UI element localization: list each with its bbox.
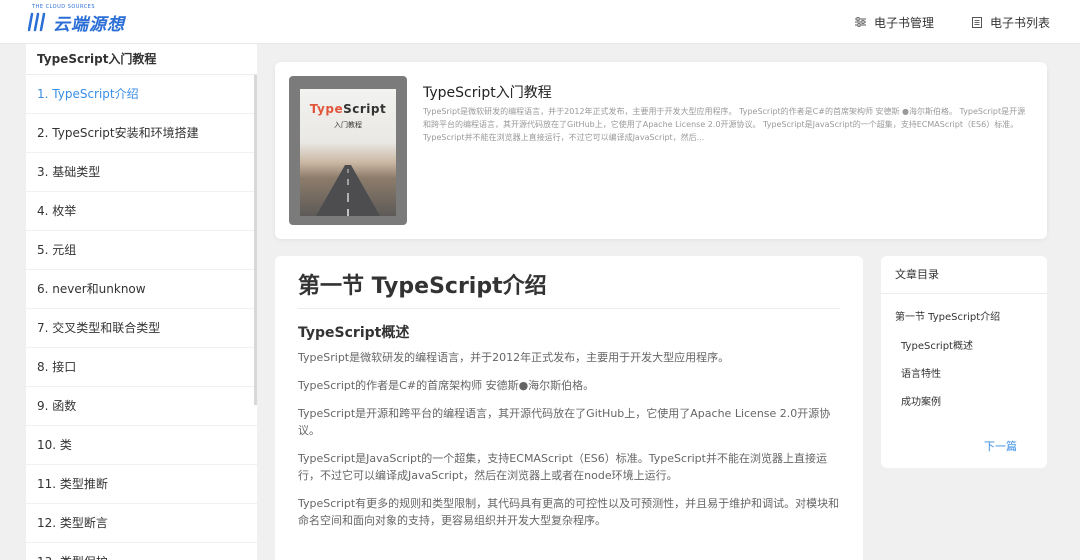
book-cover[interactable]: TypeScript 入门教程 — [289, 76, 407, 225]
nav-label: 电子书管理 — [873, 15, 934, 30]
sidebar-scrollbar[interactable] — [254, 75, 257, 405]
cover-subtitle: 入门教程 — [334, 121, 362, 129]
sidebar-item-function[interactable]: 9. 函数 — [26, 387, 257, 426]
sidebar-item-never-unknown[interactable]: 6. never和unknow — [26, 270, 257, 309]
article-paragraph: TypeSript是微软研发的编程语言，并于2012年正式发布，主要用于开发大型… — [298, 351, 730, 364]
book-info-card: TypeScript 入门教程 TypeScript入门教程 TypeSript… — [275, 62, 1047, 239]
article-paragraph: TypeScript的作者是C#的首席架构师 安德斯●海尔斯伯格。 — [298, 379, 595, 392]
outline-item-cases[interactable]: 成功案例 — [901, 393, 941, 408]
article-paragraph: TypeScript有更多的规则和类型限制，其代码具有更高的可控性以及可预测性，… — [298, 497, 840, 527]
top-nav: 电子书管理 电子书列表 — [817, 0, 1050, 44]
nav-label: 电子书列表 — [989, 15, 1050, 30]
next-article-link[interactable]: 下一篇 — [984, 438, 1017, 454]
outline-item-overview[interactable]: TypeScript概述 — [901, 337, 973, 352]
sidebar-item-install[interactable]: 2. TypeScript安装和环境搭建 — [26, 114, 257, 153]
cover-image: TypeScript 入门教程 — [300, 89, 396, 216]
nav-ebook-list[interactable]: 电子书列表 — [971, 14, 1050, 31]
top-bar: 云端源想 THE CLOUD SOURCES 电子书管理 电子书列表 — [0, 0, 1080, 44]
sidebar-item-type-assertion[interactable]: 12. 类型断言 — [26, 504, 257, 543]
outline-item-section[interactable]: 第一节 TypeScript介绍 — [895, 308, 1000, 323]
chapter-sidebar: TypeScript入门教程 1. TypeScript介绍 2. TypeSc… — [26, 44, 257, 560]
sidebar-item-intersection-union[interactable]: 7. 交叉类型和联合类型 — [26, 309, 257, 348]
outline-title: 文章目录 — [881, 256, 1047, 294]
sidebar-item-type-inference[interactable]: 11. 类型推断 — [26, 465, 257, 504]
article-body: TypeSript是微软研发的编程语言，并于2012年正式发布，主要用于开发大型… — [298, 349, 843, 540]
sidebar-item-type-guard[interactable]: 13. 类型保护 — [26, 543, 257, 560]
logo-slash-icon — [28, 12, 50, 32]
sidebar-item-ts-intro[interactable]: 1. TypeScript介绍 — [26, 75, 257, 114]
article-heading: 第一节 TypeScript介绍 — [298, 268, 840, 309]
article-subheading: TypeScript概述 — [298, 325, 410, 341]
sliders-icon — [854, 17, 866, 27]
sidebar-title: TypeScript入门教程 — [26, 44, 257, 75]
sidebar-item-class[interactable]: 10. 类 — [26, 426, 257, 465]
article-paragraph: TypeScript是开源和跨平台的编程语言，其开源代码放在了GitHub上，它… — [298, 407, 831, 437]
logo[interactable]: 云端源想 — [28, 8, 125, 36]
logo-text: 云端源想 — [53, 14, 125, 35]
book-title: TypeScript入门教程 — [423, 85, 552, 101]
book-description: TypeSript是微软研发的编程语言，并于2012年正式发布，主要用于开发大型… — [423, 107, 1026, 142]
cover-title: TypeScript — [309, 102, 387, 116]
sidebar-item-enum[interactable]: 4. 枚举 — [26, 192, 257, 231]
sidebar-item-tuple[interactable]: 5. 元组 — [26, 231, 257, 270]
sidebar-item-interface[interactable]: 8. 接口 — [26, 348, 257, 387]
article-paragraph: TypeScript是JavaScript的一个超集，支持ECMAScript（… — [298, 452, 827, 482]
document-list-icon — [971, 16, 982, 28]
article-content: 第一节 TypeScript介绍 TypeScript概述 TypeSript是… — [275, 256, 863, 560]
sidebar-item-basic-types[interactable]: 3. 基础类型 — [26, 153, 257, 192]
outline-item-features[interactable]: 语言特性 — [901, 365, 941, 380]
article-outline: 文章目录 第一节 TypeScript介绍 TypeScript概述 语言特性 … — [881, 256, 1047, 468]
nav-ebook-management[interactable]: 电子书管理 — [854, 14, 934, 31]
logo-tagline: THE CLOUD SOURCES — [32, 4, 96, 10]
